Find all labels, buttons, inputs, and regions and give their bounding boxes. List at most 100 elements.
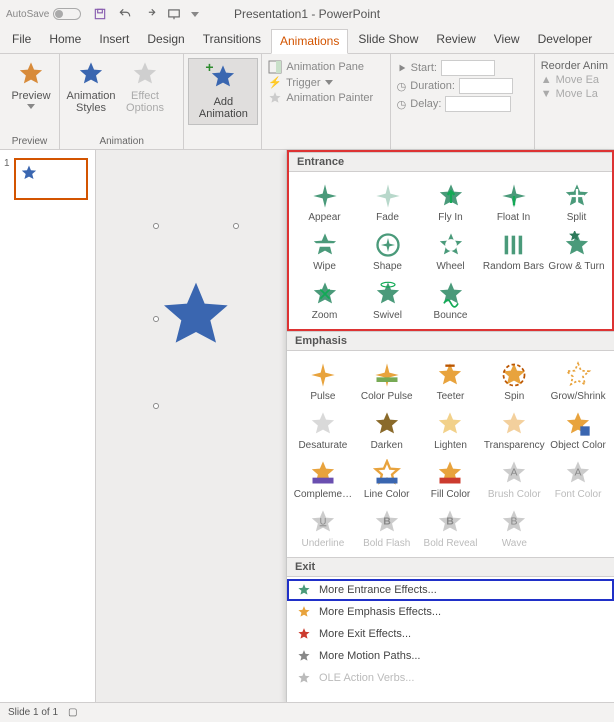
emphasis-spin[interactable]: Spin [482, 357, 546, 406]
star-shape-icon [20, 164, 38, 182]
down-arrow-icon: ▼ [541, 88, 552, 100]
entrance-header: Entrance [289, 152, 612, 172]
entrance-bounce[interactable]: Bounce [419, 276, 482, 325]
animation-styles-label: Animation Styles [67, 90, 116, 114]
tab-home[interactable]: Home [41, 28, 89, 53]
autosave-toggle[interactable]: AutoSave [6, 8, 81, 20]
tab-transitions[interactable]: Transitions [195, 28, 269, 53]
tab-design[interactable]: Design [139, 28, 192, 53]
notes-icon[interactable]: ▢ [68, 707, 77, 718]
emphasis-darken[interactable]: Darken [355, 406, 419, 455]
entrance-fly-in[interactable]: Fly In [419, 178, 482, 227]
emphasis-line-color[interactable]: Line Color [355, 455, 419, 504]
selected-shape[interactable] [156, 226, 236, 406]
emphasis-pulse[interactable]: Pulse [291, 357, 355, 406]
more-more-entrance-effects-[interactable]: More Entrance Effects... [287, 579, 614, 601]
group-animation-label: Animation [64, 134, 179, 149]
svg-text:B: B [383, 515, 391, 527]
animation-styles-button[interactable]: Animation Styles [64, 56, 118, 114]
entrance-random-bars[interactable]: Random Bars [482, 227, 545, 276]
effect-label: Color Pulse [361, 391, 413, 402]
add-animation-button[interactable]: + Add Animation [188, 58, 258, 125]
effect-label: Transparency [484, 440, 545, 451]
move-earlier-button[interactable]: ▲Move Ea [541, 74, 608, 86]
start-input[interactable] [441, 60, 495, 76]
effect-icon [374, 182, 402, 210]
more-more-emphasis-effects-[interactable]: More Emphasis Effects... [287, 601, 614, 623]
tab-insert[interactable]: Insert [91, 28, 137, 53]
up-arrow-icon: ▲ [541, 74, 552, 86]
emphasis-lighten[interactable]: Lighten [419, 406, 483, 455]
effect-options-button[interactable]: Effect Options [118, 56, 172, 114]
tab-view[interactable]: View [486, 28, 528, 53]
slide-thumbnail[interactable] [14, 158, 88, 200]
emphasis-color-pulse[interactable]: Color Pulse [355, 357, 419, 406]
delay-field[interactable]: ◷Delay: [397, 96, 528, 112]
effect-label: Line Color [364, 489, 410, 500]
emphasis-underline: UUnderline [291, 504, 355, 553]
effect-label: Random Bars [483, 261, 544, 272]
emphasis-bold-reveal: BBold Reveal [419, 504, 483, 553]
effect-label: Fly In [438, 212, 462, 223]
tab-animations[interactable]: Animations [271, 29, 348, 54]
entrance-wipe[interactable]: Wipe [293, 227, 356, 276]
animation-pane-button[interactable]: Animation Pane [268, 60, 383, 74]
tab-developer[interactable]: Developer [530, 28, 601, 53]
emphasis-fill-color[interactable]: Fill Color [419, 455, 483, 504]
effect-icon [564, 361, 592, 389]
effect-icon: A [564, 459, 592, 487]
delay-input[interactable] [445, 96, 511, 112]
entrance-wheel[interactable]: Wheel [419, 227, 482, 276]
undo-icon[interactable] [117, 7, 133, 21]
tab-review[interactable]: Review [428, 28, 483, 53]
effect-label: Fade [376, 212, 399, 223]
window-title: Presentation1 - PowerPoint [234, 7, 380, 21]
emphasis-compleme-[interactable]: Compleme… [291, 455, 355, 504]
star-icon [131, 60, 159, 88]
effect-icon: B [373, 508, 401, 536]
animation-gallery: Entrance Appear Fade Fly In Float InSplit Wi… [286, 150, 614, 702]
duration-field[interactable]: ◷Duration: [397, 78, 528, 94]
entrance-grow-turn[interactable]: Grow & Turn [545, 227, 608, 276]
entrance-float-in[interactable]: Float In [482, 178, 545, 227]
emphasis-grow-shrink[interactable]: Grow/Shrink [546, 357, 610, 406]
qat-dropdown-icon[interactable] [191, 12, 199, 17]
start-from-beginning-icon[interactable] [167, 7, 181, 21]
emphasis-desaturate[interactable]: Desaturate [291, 406, 355, 455]
entrance-appear[interactable]: Appear [293, 178, 356, 227]
more-label: More Emphasis Effects... [319, 606, 441, 618]
effect-icon [500, 410, 528, 438]
more-label: More Exit Effects... [319, 628, 411, 640]
entrance-fade[interactable]: Fade [356, 178, 419, 227]
tab-file[interactable]: File [4, 28, 39, 53]
star-icon [209, 63, 237, 91]
entrance-swivel[interactable]: Swivel [356, 276, 419, 325]
preview-button[interactable]: Preview [4, 56, 58, 109]
more-more-motion-paths-[interactable]: More Motion Paths... [287, 645, 614, 667]
entrance-shape[interactable]: Shape [356, 227, 419, 276]
redo-icon[interactable] [143, 7, 157, 21]
start-field[interactable]: Start: [397, 60, 528, 76]
effect-label: Object Color [550, 440, 606, 451]
effect-icon [500, 361, 528, 389]
trigger-button[interactable]: ⚡Trigger [268, 76, 383, 89]
more-more-exit-effects-[interactable]: More Exit Effects... [287, 623, 614, 645]
plus-icon: + [205, 59, 213, 75]
pane-icon [268, 60, 282, 74]
entrance-split[interactable]: Split [545, 178, 608, 227]
effect-label: Appear [308, 212, 340, 223]
emphasis-teeter[interactable]: Teeter [419, 357, 483, 406]
entrance-zoom[interactable]: Zoom [293, 276, 356, 325]
tab-slide-show[interactable]: Slide Show [350, 28, 426, 53]
star-icon [77, 60, 105, 88]
emphasis-object-color[interactable]: Object Color [546, 406, 610, 455]
animation-painter-button[interactable]: Animation Painter [268, 91, 383, 105]
effect-label: Wave [502, 538, 527, 549]
effect-icon [309, 361, 337, 389]
duration-input[interactable] [459, 78, 513, 94]
emphasis-transparency[interactable]: Transparency [482, 406, 546, 455]
move-later-button[interactable]: ▼Move La [541, 88, 608, 100]
slide-editor[interactable]: Entrance Appear Fade Fly In Float InSplit Wi… [96, 150, 614, 702]
save-icon[interactable] [93, 7, 107, 21]
ribbon: Preview Preview Animation Styles Effect … [0, 54, 614, 150]
